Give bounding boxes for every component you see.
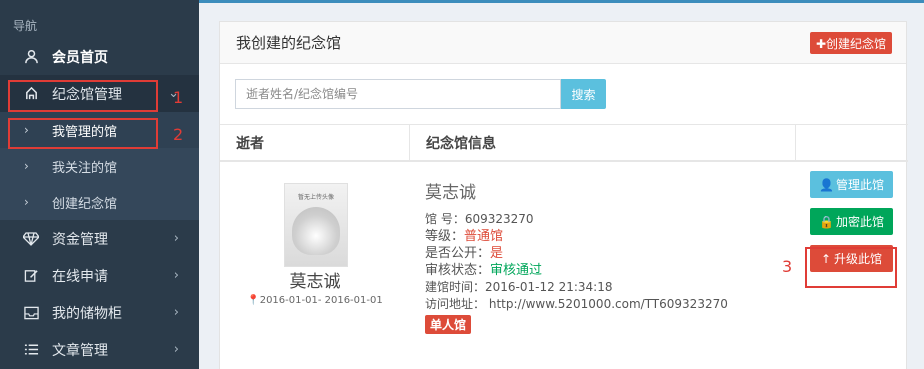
url-label: 访问地址：: [425, 297, 486, 311]
column-header-actions: [796, 125, 906, 160]
sidebar-subitem-my-followed[interactable]: › 我关注的馆: [0, 148, 199, 184]
sidebar-item-member-home[interactable]: 会员首页: [0, 38, 199, 75]
user-icon: 👤: [819, 177, 834, 192]
level: 等级：普通馆: [425, 228, 795, 245]
chevron-right-icon: ›: [173, 342, 179, 357]
column-header-info: 纪念馆信息: [410, 125, 796, 160]
dates-text: 2016-01-01- 2016-01-01: [259, 295, 383, 306]
memorial-table: 逝者 纪念馆信息 暂无上传头像 莫志诚 📍2016-01-01- 2016-01…: [220, 124, 908, 369]
level-label: 等级：: [425, 229, 465, 244]
sidebar-item-memorial-management[interactable]: 纪念馆管理 ⌄: [0, 75, 199, 112]
sidebar-item-funds[interactable]: 资金管理 ›: [0, 220, 199, 257]
encrypt-memorial-button[interactable]: 🔒 加密此馆: [810, 208, 893, 235]
edit-icon: [22, 267, 40, 285]
user-icon: [22, 48, 40, 66]
created-value: 2016-01-12 21:34:18: [485, 280, 613, 294]
inbox-icon: [22, 304, 40, 322]
sidebar-subitem-create[interactable]: › 创建纪念馆: [0, 184, 199, 220]
column-header-deceased: 逝者: [220, 125, 410, 160]
visit-url: 访问地址： http://www.5201000.com/TT609323270: [425, 296, 795, 313]
chevron-right-icon: ›: [173, 305, 179, 320]
top-accent-line: [199, 0, 924, 3]
list-icon: [22, 341, 40, 359]
upgrade-label: 升级此馆: [834, 252, 883, 266]
sidebar-subitem-label: 我管理的馆: [52, 124, 118, 140]
deceased-dates: 📍2016-01-01- 2016-01-01: [220, 295, 410, 306]
sidebar-subitem-label: 我关注的馆: [52, 160, 118, 176]
sidebar-item-label: 文章管理: [52, 342, 108, 359]
created-time: 建馆时间：2016-01-12 21:34:18: [425, 279, 795, 296]
sidebar-item-label: 纪念馆管理: [52, 86, 122, 103]
table-header: 逝者 纪念馆信息: [220, 124, 908, 162]
sidebar-subitem-my-managed[interactable]: › 我管理的馆: [0, 112, 199, 148]
search-bar: 搜索: [235, 79, 606, 109]
chevron-right-icon: ›: [24, 123, 29, 137]
memorial-panel: 我创建的纪念馆 ✚创建纪念馆 搜索 逝者 纪念馆信息 暂无上传头像 莫志诚 📍2…: [219, 21, 908, 369]
hall-number-value: 609323270: [464, 212, 534, 226]
arrow-up-icon: ↑: [820, 251, 832, 266]
chevron-right-icon: ›: [24, 159, 29, 173]
sidebar-item-locker[interactable]: 我的储物柜 ›: [0, 294, 199, 331]
sidebar-item-label: 资金管理: [52, 231, 108, 248]
public-status: 是否公开：是: [425, 245, 795, 262]
building-icon: [22, 85, 40, 103]
photo-caption: 暂无上传头像: [297, 194, 334, 201]
lock-label: 加密此馆: [835, 215, 884, 229]
public-label: 是否公开：: [425, 246, 491, 261]
diamond-icon: [22, 230, 40, 248]
manage-label: 管理此馆: [835, 178, 884, 192]
manage-memorial-button[interactable]: 👤 管理此馆: [810, 171, 893, 198]
annotation-number-3: 3: [782, 257, 793, 276]
create-memorial-button[interactable]: ✚创建纪念馆: [809, 32, 892, 54]
public-value: 是: [490, 246, 504, 261]
action-buttons: 👤 管理此馆 🔒 加密此馆 ↑ 升级此馆: [810, 171, 894, 282]
chevron-right-icon: ›: [173, 231, 179, 246]
upgrade-memorial-button[interactable]: ↑ 升级此馆: [810, 245, 893, 272]
review-value: 审核通过: [490, 263, 543, 278]
deceased-photo: 暂无上传头像: [284, 183, 348, 267]
level-value: 普通馆: [464, 229, 504, 244]
created-label: 建馆时间：: [425, 280, 486, 294]
sidebar: 导航 会员首页 纪念馆管理 ⌄ › 我管理的馆 › 我关注的馆 › 创建纪念馆 …: [0, 0, 199, 369]
hall-number: 馆 号：609323270: [425, 211, 795, 228]
memorial-info: 莫志诚 馆 号：609323270 等级：普通馆 是否公开：是 审核状态：审核通…: [425, 178, 795, 334]
annotation-number-2: 2: [173, 125, 184, 144]
review-status: 审核状态：审核通过: [425, 262, 795, 279]
lock-icon: 🔒: [819, 214, 834, 229]
sidebar-item-label: 会员首页: [52, 49, 108, 66]
sidebar-item-articles[interactable]: 文章管理 ›: [0, 331, 199, 368]
nav-header: 导航: [13, 19, 38, 33]
sidebar-subitem-label: 创建纪念馆: [52, 196, 118, 212]
hall-number-label: 馆 号：: [425, 212, 465, 226]
chevron-right-icon: ›: [24, 195, 29, 209]
memorial-name: 莫志诚: [425, 183, 476, 203]
sidebar-item-label: 在线申请: [52, 268, 108, 285]
chevron-right-icon: ›: [173, 268, 179, 283]
map-marker-icon: 📍: [247, 295, 260, 306]
annotation-number-1: 1: [173, 88, 184, 107]
sidebar-item-online-apply[interactable]: 在线申请 ›: [0, 257, 199, 294]
lotus-image: [292, 207, 340, 255]
search-button[interactable]: 搜索: [561, 79, 606, 109]
review-label: 审核状态：: [425, 263, 491, 278]
deceased-name: 莫志诚: [289, 272, 341, 292]
search-input[interactable]: [235, 79, 561, 109]
url-value[interactable]: http://www.5201000.com/TT609323270: [489, 297, 728, 311]
panel-title: 我创建的纪念馆: [220, 22, 906, 64]
sidebar-item-label: 我的储物柜: [52, 305, 122, 322]
single-hall-badge: 单人馆: [425, 315, 472, 334]
table-row: 暂无上传头像 莫志诚 📍2016-01-01- 2016-01-01 莫志诚 馆…: [220, 162, 908, 369]
sidebar-submenu: › 我管理的馆 › 我关注的馆 › 创建纪念馆: [0, 112, 199, 220]
